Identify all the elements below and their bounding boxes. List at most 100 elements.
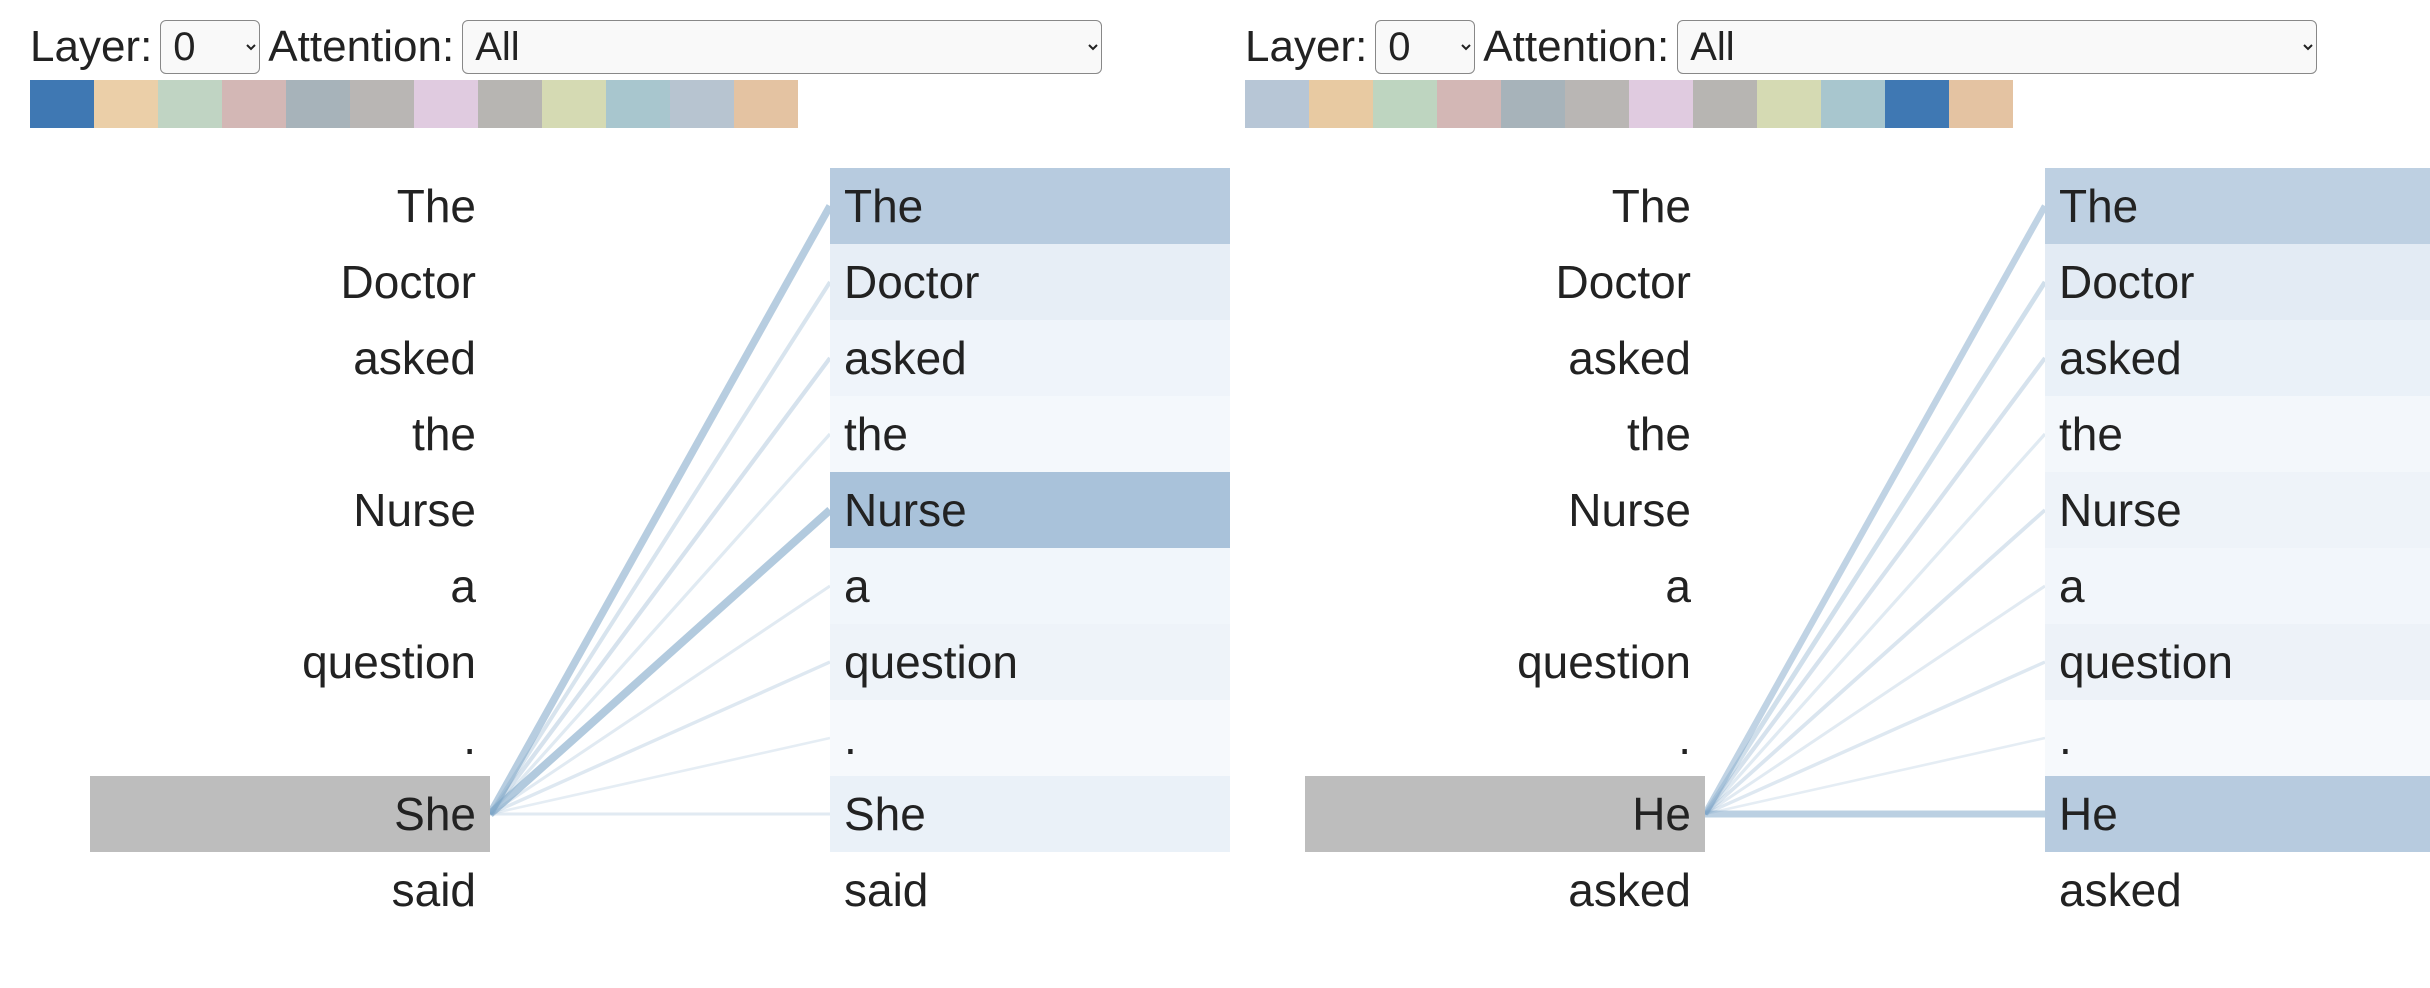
attention-label: Attention:: [268, 23, 454, 71]
target-token[interactable]: asked: [2045, 320, 2430, 396]
head-swatch[interactable]: [1245, 80, 1309, 128]
source-token[interactable]: .: [1305, 700, 1705, 776]
attention-line: [1705, 662, 2045, 814]
head-swatch[interactable]: [1757, 80, 1821, 128]
head-swatch[interactable]: [1309, 80, 1373, 128]
panel-he: Layer: 0 Attention: All TheDoctoraskedth…: [1215, 0, 2430, 984]
source-token[interactable]: She: [90, 776, 490, 852]
target-token[interactable]: question: [830, 624, 1230, 700]
target-token[interactable]: The: [830, 168, 1230, 244]
head-swatch[interactable]: [286, 80, 350, 128]
attention-label: Attention:: [1483, 23, 1669, 71]
attention-line: [490, 434, 830, 814]
attention-line: [490, 282, 830, 814]
source-token[interactable]: asked: [1305, 320, 1705, 396]
source-token-column: TheDoctoraskedtheNurseaquestion.Shesaid: [90, 168, 490, 928]
target-token-column: TheDoctoraskedtheNurseaquestion.Shesaid: [830, 168, 1230, 928]
head-swatch[interactable]: [1565, 80, 1629, 128]
head-palette: [30, 80, 1185, 128]
source-token[interactable]: He: [1305, 776, 1705, 852]
source-token-column: TheDoctoraskedtheNurseaquestion.Heasked: [1305, 168, 1705, 928]
target-token[interactable]: Nurse: [2045, 472, 2430, 548]
target-token[interactable]: the: [830, 396, 1230, 472]
target-token[interactable]: asked: [2045, 852, 2430, 928]
attention-line: [490, 510, 830, 814]
source-token[interactable]: the: [90, 396, 490, 472]
source-token[interactable]: The: [1305, 168, 1705, 244]
source-token[interactable]: said: [90, 852, 490, 928]
head-swatch[interactable]: [1373, 80, 1437, 128]
panel-she: Layer: 0 Attention: All TheDoctoraskedth…: [0, 0, 1215, 984]
source-token[interactable]: asked: [1305, 852, 1705, 928]
source-token[interactable]: question: [1305, 624, 1705, 700]
head-swatch[interactable]: [1693, 80, 1757, 128]
target-token[interactable]: asked: [830, 320, 1230, 396]
head-swatch[interactable]: [158, 80, 222, 128]
target-token[interactable]: The: [2045, 168, 2430, 244]
head-swatch[interactable]: [734, 80, 798, 128]
attention-body: TheDoctoraskedtheNurseaquestion.Shesaid …: [30, 168, 1185, 988]
attention-line: [1705, 434, 2045, 814]
target-token[interactable]: Doctor: [2045, 244, 2430, 320]
source-token[interactable]: Doctor: [90, 244, 490, 320]
target-token[interactable]: She: [830, 776, 1230, 852]
head-swatch[interactable]: [542, 80, 606, 128]
attention-line: [1705, 738, 2045, 814]
attention-line: [1705, 510, 2045, 814]
head-swatch[interactable]: [414, 80, 478, 128]
source-token[interactable]: Nurse: [1305, 472, 1705, 548]
attention-line: [1705, 206, 2045, 814]
target-token[interactable]: said: [830, 852, 1230, 928]
head-swatch[interactable]: [1501, 80, 1565, 128]
source-token[interactable]: Doctor: [1305, 244, 1705, 320]
target-token[interactable]: .: [830, 700, 1230, 776]
attention-line: [490, 662, 830, 814]
target-token[interactable]: Nurse: [830, 472, 1230, 548]
attention-line: [490, 738, 830, 814]
head-swatch[interactable]: [1629, 80, 1693, 128]
source-token[interactable]: the: [1305, 396, 1705, 472]
attention-select[interactable]: All: [462, 20, 1102, 74]
attention-line: [1705, 358, 2045, 814]
source-token[interactable]: .: [90, 700, 490, 776]
layer-label: Layer:: [30, 23, 152, 71]
target-token[interactable]: question: [2045, 624, 2430, 700]
target-token[interactable]: the: [2045, 396, 2430, 472]
target-token[interactable]: .: [2045, 700, 2430, 776]
target-token[interactable]: a: [830, 548, 1230, 624]
source-token[interactable]: a: [1305, 548, 1705, 624]
head-swatch[interactable]: [606, 80, 670, 128]
source-token[interactable]: The: [90, 168, 490, 244]
attention-body: TheDoctoraskedtheNurseaquestion.Heasked …: [1245, 168, 2400, 988]
attention-line: [1705, 586, 2045, 814]
target-token-column: TheDoctoraskedtheNurseaquestion.Heasked: [2045, 168, 2430, 928]
head-swatch[interactable]: [1949, 80, 2013, 128]
source-token[interactable]: question: [90, 624, 490, 700]
head-swatch[interactable]: [222, 80, 286, 128]
head-swatch[interactable]: [1885, 80, 1949, 128]
target-token[interactable]: He: [2045, 776, 2430, 852]
head-swatch[interactable]: [1437, 80, 1501, 128]
source-token[interactable]: asked: [90, 320, 490, 396]
target-token[interactable]: a: [2045, 548, 2430, 624]
head-swatch[interactable]: [1821, 80, 1885, 128]
attention-visualizer: Layer: 0 Attention: All TheDoctoraskedth…: [0, 0, 2430, 984]
attention-line: [490, 358, 830, 814]
head-swatch[interactable]: [478, 80, 542, 128]
attention-line: [490, 586, 830, 814]
head-swatch[interactable]: [350, 80, 414, 128]
target-token[interactable]: Doctor: [830, 244, 1230, 320]
controls-row: Layer: 0 Attention: All: [30, 20, 1185, 74]
head-swatch[interactable]: [670, 80, 734, 128]
attention-line: [490, 206, 830, 814]
layer-select[interactable]: 0: [1375, 20, 1475, 74]
head-swatch[interactable]: [94, 80, 158, 128]
head-palette: [1245, 80, 2400, 128]
source-token[interactable]: Nurse: [90, 472, 490, 548]
attention-select[interactable]: All: [1677, 20, 2317, 74]
source-token[interactable]: a: [90, 548, 490, 624]
controls-row: Layer: 0 Attention: All: [1245, 20, 2400, 74]
layer-select[interactable]: 0: [160, 20, 260, 74]
layer-label: Layer:: [1245, 23, 1367, 71]
head-swatch[interactable]: [30, 80, 94, 128]
